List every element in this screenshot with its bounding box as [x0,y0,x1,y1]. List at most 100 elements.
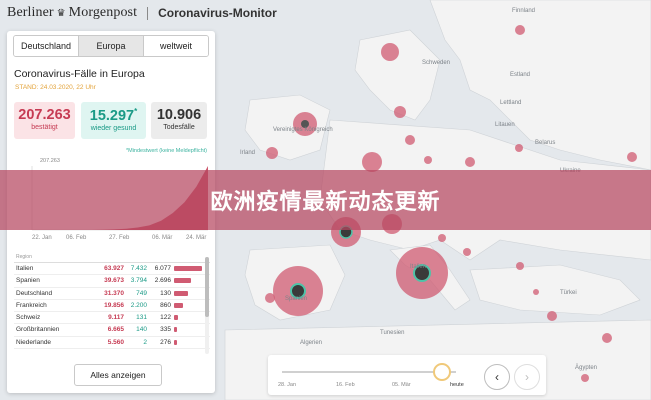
deaths-cell: 860 [160,301,171,309]
map-label: Vereinigtes Königreich [273,127,333,133]
country-table: Region Italien 63.927 7.432 6.077 Spanien 39.… [14,254,210,350]
deaths-cell: 130 [160,289,171,297]
brand-bar: Berliner ♛ Morgenpost Coronavirus-Monitor [0,0,651,26]
confirmed-cell: 19.856 [104,301,124,309]
deaths-cell: 2.696 [154,277,171,285]
tab-europa[interactable]: Europa [79,36,144,56]
region-tabs: Deutschland Europa weltweit [13,35,209,57]
timeline-today-label: heute [450,382,464,388]
country-name: Deutschland [16,289,53,297]
recovered-count: 15.297 [89,107,135,124]
banner-text: 欧洲疫情最新动态更新 [210,190,441,215]
deaths-cell: 276 [160,338,171,346]
confirmed-cell: 9.117 [108,314,124,322]
footnote: *Mindestwert (keine Meldepflicht) [125,148,207,154]
recovered-cell: 3.794 [130,277,147,285]
map-label: Türkei [560,290,577,296]
timeline-label: 16. Feb [336,382,355,388]
country-name: Schweiz [16,314,41,322]
brand-logo-right: Morgenpost [68,5,138,20]
share-bar [174,290,188,296]
share-bar [174,302,183,308]
deaths-cell: 335 [160,326,171,334]
map-label: Estland [510,72,531,78]
deaths-cell: 122 [160,314,171,322]
map-label: Ägypten [575,365,598,371]
table-row[interactable]: Spanien 39.673 3.794 2.696 [14,275,210,288]
table-row[interactable]: Deutschland 31.370 749 130 [14,288,210,300]
share-bar [174,278,191,284]
brand-logo[interactable]: Berliner ♛ Morgenpost [7,5,137,21]
headline-banner: 欧洲疫情最新动态更新 [0,170,651,230]
timeline-label: 28. Jan [278,382,297,388]
map-label: Algerien [300,340,323,346]
share-bar [174,315,178,321]
recovered-cell: 2.200 [130,301,147,309]
brand-logo-left: Berliner [7,5,54,20]
map-label: Tunesien [380,330,405,336]
bubble-netherlands [362,152,382,172]
country-name: Großbritannien [16,326,60,334]
data-timestamp: STAND: 24.03.2020, 22 Uhr [15,84,96,91]
country-name: Italien [16,265,34,272]
recovered-cell: 131 [136,314,147,322]
country-name: Spanien [16,277,40,285]
show-all-button[interactable]: Alles anzeigen [74,364,162,386]
recovered-cell: 749 [136,289,147,297]
map-label: Italien [410,264,427,270]
share-bar [174,327,177,333]
panel-title: Coronavirus-Fälle in Europa [14,68,145,80]
stat-recovered: 15.297* wieder gesund [81,102,146,139]
table-row[interactable]: Frankreich 19.856 2.200 860 [14,300,210,313]
chart-x-tick: 06. Feb [66,235,87,241]
chevron-right-icon: › [525,370,529,384]
map-label: Irland [240,150,256,156]
map-label: Lettland [500,100,522,106]
timeline-handle[interactable] [433,363,452,381]
timeline-next-button[interactable]: › [514,364,540,390]
timeline-fill [282,371,456,373]
timeline-prev-button[interactable]: ‹ [484,364,510,390]
confirmed-cell: 39.673 [104,277,124,285]
chart-x-tick: 06. Mär [152,235,173,241]
map-label: Litauen [495,122,515,128]
chart-x-tick: 27. Feb [109,235,130,241]
chart-x-tick: 22. Jan [32,235,52,241]
recovered-label: wieder gesund [90,124,137,132]
chart-x-tick: 24. Mär [186,235,207,241]
bubble-denmark [394,106,406,118]
table-scroll-thumb[interactable] [205,257,209,317]
confirmed-cell: 31.370 [104,289,124,297]
chart-y-max: 207.263 [40,158,60,164]
bubble-portugal [265,293,275,303]
tab-deutschland[interactable]: Deutschland [14,36,79,56]
confirmed-count: 207.263 [18,107,71,123]
bubble-norway [381,43,399,61]
map-label: Schweden [422,60,451,66]
table-row[interactable]: Schweiz 9.117 131 122 [14,312,210,325]
deaths-label: Todesfälle [163,124,195,131]
bubble-ireland [266,147,278,159]
share-bar [174,266,202,271]
table-row[interactable]: Großbritannien 6.665 140 335 [14,324,210,337]
timeline-label: 05. Mär [392,382,411,388]
bubble-finland [515,25,525,35]
app-title: Coronavirus-Monitor [158,6,277,20]
tab-weltweit[interactable]: weltweit [144,36,208,56]
confirmed-cell: 5.560 [107,338,124,346]
table-row[interactable]: Niederlande 5.560 2 276 [14,337,210,350]
share-bar [174,339,177,345]
recovered-cell: 2 [143,338,147,346]
country-name: Niederlande [16,338,52,346]
map-label: Belarus [535,140,556,146]
brand-divider [147,6,149,20]
confirmed-cell: 63.927 [104,265,124,272]
stat-confirmed: 207.263 bestätigt [14,102,75,139]
table-row[interactable]: Italien 63.927 7.432 6.077 [14,263,210,276]
deaths-count: 10.906 [156,107,202,123]
table-header: Region [14,254,210,263]
map-label: Spanien [285,296,308,302]
recovered-asterisk: * [134,107,138,116]
recovered-cell: 140 [136,326,147,334]
stat-deaths: 10.906 Todesfälle [151,102,207,139]
